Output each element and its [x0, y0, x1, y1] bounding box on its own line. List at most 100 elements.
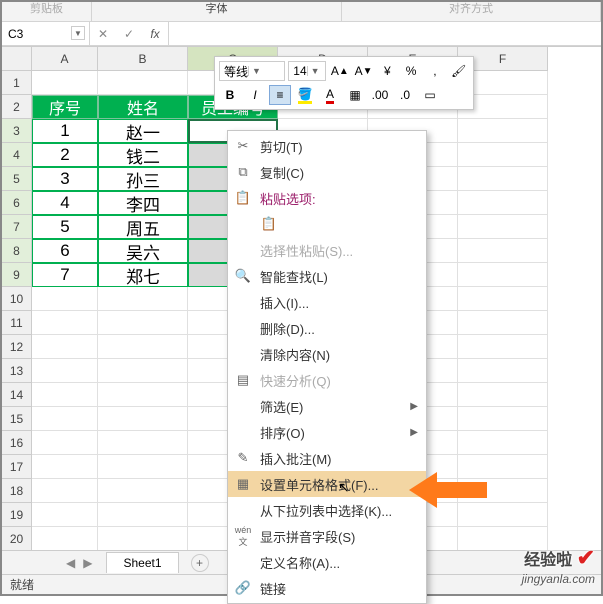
cell[interactable] — [32, 455, 98, 479]
cell[interactable] — [98, 431, 188, 455]
cell[interactable] — [458, 119, 548, 143]
cancel-icon[interactable]: ✕ — [90, 27, 116, 41]
table-cell[interactable]: 赵一 — [98, 119, 188, 143]
cell[interactable] — [32, 287, 98, 311]
row-header[interactable]: 12 — [2, 335, 32, 359]
accept-icon[interactable]: ✓ — [116, 27, 142, 41]
font-size-select[interactable]: 14 ▼ — [288, 61, 326, 81]
row-header[interactable]: 2 — [2, 95, 32, 119]
border-icon[interactable]: ▦ — [344, 85, 366, 105]
cell[interactable] — [458, 407, 548, 431]
menu-hyperlink[interactable]: 🔗链接 — [228, 575, 426, 601]
cell[interactable] — [458, 143, 548, 167]
menu-insert-comment[interactable]: ✎插入批注(M) — [228, 445, 426, 471]
cell[interactable] — [98, 71, 188, 95]
row-header[interactable]: 6 — [2, 191, 32, 215]
formula-input[interactable] — [169, 22, 601, 45]
percent-icon[interactable]: % — [401, 61, 422, 81]
currency-icon[interactable]: ¥ — [377, 61, 398, 81]
cell[interactable] — [458, 215, 548, 239]
format-painter-icon[interactable]: 🖌 — [448, 61, 469, 81]
table-header[interactable]: 序号 — [32, 95, 98, 119]
cell[interactable] — [32, 71, 98, 95]
row-header[interactable]: 16 — [2, 431, 32, 455]
table-cell[interactable]: 周五 — [98, 215, 188, 239]
tab-nav-next-icon[interactable]: ▶ — [83, 556, 92, 570]
row-header[interactable]: 11 — [2, 311, 32, 335]
sheet-tab[interactable]: Sheet1 — [106, 552, 178, 573]
row-header[interactable]: 17 — [2, 455, 32, 479]
menu-cut[interactable]: ✂剪切(T) — [228, 133, 426, 159]
cell[interactable] — [32, 407, 98, 431]
cell[interactable] — [32, 527, 98, 551]
table-cell[interactable]: 1 — [32, 119, 98, 143]
select-all-corner[interactable] — [2, 47, 32, 71]
row-header[interactable]: 14 — [2, 383, 32, 407]
table-header[interactable]: 姓名 — [98, 95, 188, 119]
comma-icon[interactable]: , — [424, 61, 445, 81]
chevron-down-icon[interactable]: ▼ — [248, 66, 260, 76]
fill-color-icon[interactable]: 🪣 — [294, 85, 316, 105]
decrease-font-icon[interactable]: A▼ — [353, 61, 374, 81]
row-header[interactable]: 9 — [2, 263, 32, 287]
cell[interactable] — [98, 287, 188, 311]
increase-font-icon[interactable]: A▲ — [329, 61, 350, 81]
table-cell[interactable]: 3 — [32, 167, 98, 191]
cell[interactable] — [458, 287, 548, 311]
cell[interactable] — [32, 335, 98, 359]
menu-copy[interactable]: ⧉复制(C) — [228, 159, 426, 185]
row-header[interactable]: 10 — [2, 287, 32, 311]
table-cell[interactable]: 7 — [32, 263, 98, 287]
cell[interactable] — [32, 383, 98, 407]
cell[interactable] — [98, 383, 188, 407]
cell[interactable] — [458, 383, 548, 407]
name-box[interactable]: C3 ▼ — [2, 22, 90, 45]
cell[interactable] — [458, 311, 548, 335]
menu-show-pinyin[interactable]: wén文显示拼音字段(S) — [228, 523, 426, 549]
row-header[interactable]: 7 — [2, 215, 32, 239]
row-header[interactable]: 5 — [2, 167, 32, 191]
cell[interactable] — [98, 359, 188, 383]
menu-filter[interactable]: 筛选(E)▶ — [228, 393, 426, 419]
fx-icon[interactable]: fx — [142, 27, 168, 41]
menu-delete[interactable]: 删除(D)... — [228, 315, 426, 341]
menu-pick-from-list[interactable]: 从下拉列表中选择(K)... — [228, 497, 426, 523]
add-sheet-icon[interactable]: + — [191, 554, 209, 572]
cell[interactable] — [98, 407, 188, 431]
merge-cells-icon[interactable]: ▭ — [419, 85, 441, 105]
menu-smart-lookup[interactable]: 🔍智能查找(L) — [228, 263, 426, 289]
menu-format-cells[interactable]: ▦ 设置单元格格式(F)... ↖ — [228, 471, 426, 497]
cell[interactable] — [98, 311, 188, 335]
align-center-icon[interactable]: ≡ — [269, 85, 291, 105]
cell[interactable] — [98, 335, 188, 359]
font-name-select[interactable]: 等线 ▼ — [219, 61, 285, 81]
menu-define-name[interactable]: 定义名称(A)... — [228, 549, 426, 575]
row-header[interactable]: 15 — [2, 407, 32, 431]
table-cell[interactable]: 孙三 — [98, 167, 188, 191]
table-cell[interactable]: 4 — [32, 191, 98, 215]
cell[interactable] — [458, 431, 548, 455]
cell[interactable] — [98, 479, 188, 503]
cell[interactable] — [32, 359, 98, 383]
row-header[interactable]: 3 — [2, 119, 32, 143]
menu-insert[interactable]: 插入(I)... — [228, 289, 426, 315]
table-cell[interactable]: 2 — [32, 143, 98, 167]
table-cell[interactable]: 吴六 — [98, 239, 188, 263]
table-cell[interactable]: 钱二 — [98, 143, 188, 167]
menu-paste-option-1[interactable]: 📋 — [228, 211, 426, 237]
row-header[interactable]: 19 — [2, 503, 32, 527]
table-cell[interactable]: 郑七 — [98, 263, 188, 287]
decrease-decimal-icon[interactable]: .0 — [394, 85, 416, 105]
tab-nav-prev-icon[interactable]: ◀ — [66, 556, 75, 570]
col-header-A[interactable]: A — [32, 47, 98, 71]
menu-clear-contents[interactable]: 清除内容(N) — [228, 341, 426, 367]
col-header-B[interactable]: B — [98, 47, 188, 71]
cell[interactable] — [458, 335, 548, 359]
bold-button[interactable]: B — [219, 85, 241, 105]
cell[interactable] — [32, 431, 98, 455]
cell[interactable] — [98, 527, 188, 551]
cell[interactable] — [458, 167, 548, 191]
italic-button[interactable]: I — [244, 85, 266, 105]
cell[interactable] — [458, 191, 548, 215]
font-color-icon[interactable]: A — [319, 85, 341, 105]
